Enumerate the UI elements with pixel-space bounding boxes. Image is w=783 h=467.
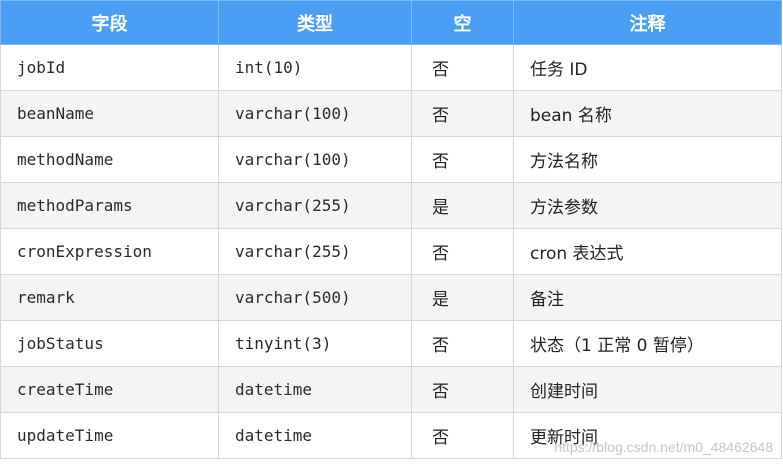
cell-comment: 备注 bbox=[513, 274, 782, 321]
cell-comment: 方法参数 bbox=[513, 182, 782, 229]
cell-field: methodParams bbox=[0, 182, 219, 229]
cell-field: cronExpression bbox=[0, 228, 219, 275]
table-header: 字段 类型 空 注释 bbox=[0, 0, 782, 45]
cell-nullable: 否 bbox=[411, 44, 514, 91]
table-row: remark varchar(500) 是 备注 bbox=[0, 274, 782, 321]
cell-nullable: 否 bbox=[411, 412, 514, 459]
table-row: beanName varchar(100) 否 bean 名称 bbox=[0, 90, 782, 137]
table-row: jobId int(10) 否 任务 ID bbox=[0, 44, 782, 91]
cell-nullable: 否 bbox=[411, 320, 514, 367]
cell-comment: 方法名称 bbox=[513, 136, 782, 183]
cell-type: int(10) bbox=[218, 44, 412, 91]
table-row: createTime datetime 否 创建时间 bbox=[0, 366, 782, 413]
cell-field: methodName bbox=[0, 136, 219, 183]
header-comment: 注释 bbox=[513, 0, 782, 45]
table-row: updateTime datetime 否 更新时间 bbox=[0, 412, 782, 459]
cell-nullable: 否 bbox=[411, 90, 514, 137]
table-row: cronExpression varchar(255) 否 cron 表达式 bbox=[0, 228, 782, 275]
header-type: 类型 bbox=[218, 0, 412, 45]
table-row: jobStatus tinyint(3) 否 状态（1 正常 0 暂停） bbox=[0, 320, 782, 367]
cell-nullable: 是 bbox=[411, 274, 514, 321]
cell-type: datetime bbox=[218, 412, 412, 459]
cell-comment: 更新时间 bbox=[513, 412, 782, 459]
cell-type: tinyint(3) bbox=[218, 320, 412, 367]
table-row: methodName varchar(100) 否 方法名称 bbox=[0, 136, 782, 183]
cell-nullable: 否 bbox=[411, 228, 514, 275]
header-row: 字段 类型 空 注释 bbox=[0, 0, 782, 45]
cell-field: jobId bbox=[0, 44, 219, 91]
cell-comment: cron 表达式 bbox=[513, 228, 782, 275]
table-body: jobId int(10) 否 任务 ID beanName varchar(1… bbox=[0, 44, 782, 459]
table-row: methodParams varchar(255) 是 方法参数 bbox=[0, 182, 782, 229]
cell-type: varchar(255) bbox=[218, 228, 412, 275]
cell-field: beanName bbox=[0, 90, 219, 137]
cell-comment: 状态（1 正常 0 暂停） bbox=[513, 320, 782, 367]
cell-nullable: 否 bbox=[411, 366, 514, 413]
cell-type: varchar(100) bbox=[218, 90, 412, 137]
cell-nullable: 是 bbox=[411, 182, 514, 229]
cell-type: varchar(255) bbox=[218, 182, 412, 229]
cell-comment: 任务 ID bbox=[513, 44, 782, 91]
schema-table: 字段 类型 空 注释 jobId int(10) 否 任务 ID beanNam… bbox=[0, 0, 782, 459]
cell-comment: bean 名称 bbox=[513, 90, 782, 137]
cell-comment: 创建时间 bbox=[513, 366, 782, 413]
header-nullable: 空 bbox=[411, 0, 514, 45]
header-field: 字段 bbox=[0, 0, 219, 45]
cell-type: varchar(100) bbox=[218, 136, 412, 183]
cell-type: datetime bbox=[218, 366, 412, 413]
cell-nullable: 否 bbox=[411, 136, 514, 183]
cell-field: updateTime bbox=[0, 412, 219, 459]
cell-type: varchar(500) bbox=[218, 274, 412, 321]
cell-field: remark bbox=[0, 274, 219, 321]
cell-field: createTime bbox=[0, 366, 219, 413]
cell-field: jobStatus bbox=[0, 320, 219, 367]
